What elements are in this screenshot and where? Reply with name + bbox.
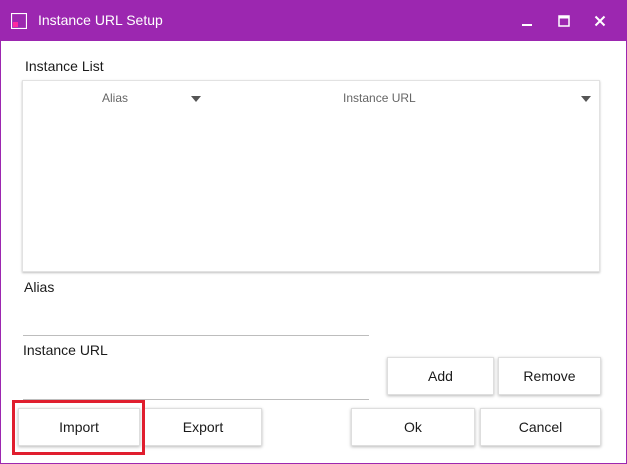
column-header-alias[interactable]: Alias	[102, 91, 128, 105]
instance-url-input[interactable]	[23, 377, 369, 400]
column-header-instance-url[interactable]: Instance URL	[343, 91, 416, 105]
app-icon	[11, 13, 27, 29]
close-button[interactable]	[582, 1, 618, 41]
ok-button-label: Ok	[404, 419, 422, 435]
cancel-button[interactable]: Cancel	[480, 408, 601, 446]
cancel-button-label: Cancel	[518, 419, 563, 435]
export-button[interactable]: Export	[144, 408, 262, 446]
alias-input[interactable]	[23, 313, 369, 336]
instance-url-sort-arrow-icon[interactable]	[581, 96, 591, 102]
instance-url-setup-window: Instance URL Setup Instance List Alias I…	[0, 0, 627, 464]
alias-label: Alias	[24, 279, 55, 295]
add-button-label: Add	[428, 368, 453, 384]
instance-list-table[interactable]: Alias Instance URL	[22, 80, 600, 272]
ok-button[interactable]: Ok	[351, 408, 475, 446]
minimize-button[interactable]	[509, 1, 545, 41]
export-button-label: Export	[182, 419, 224, 435]
maximize-icon	[558, 15, 570, 27]
window-title: Instance URL Setup	[38, 12, 163, 28]
import-highlight-box	[12, 400, 145, 455]
instance-list-label: Instance List	[25, 58, 104, 74]
remove-button-label: Remove	[523, 368, 576, 384]
add-button[interactable]: Add	[387, 357, 494, 395]
maximize-button[interactable]	[546, 1, 582, 41]
minimize-icon	[522, 24, 532, 26]
close-icon	[594, 15, 606, 27]
instance-url-label: Instance URL	[23, 342, 108, 358]
title-bar[interactable]: Instance URL Setup	[1, 1, 626, 41]
alias-sort-arrow-icon[interactable]	[191, 96, 201, 102]
remove-button[interactable]: Remove	[498, 357, 601, 395]
